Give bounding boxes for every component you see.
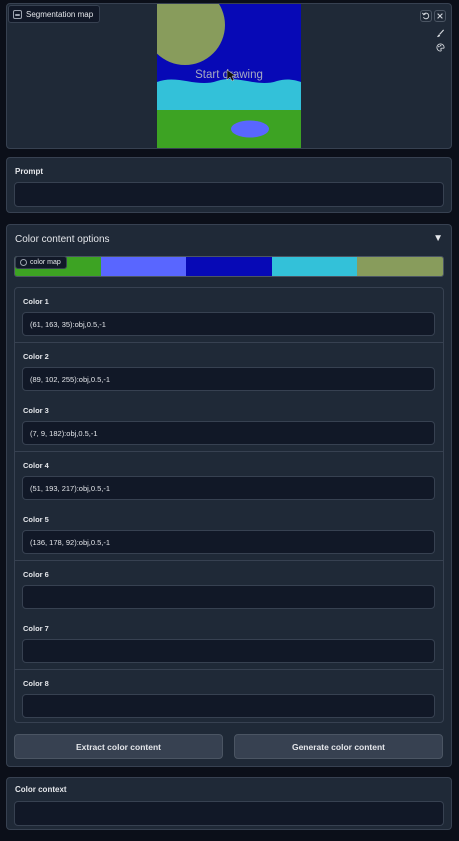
color-8-input[interactable] <box>22 694 435 718</box>
color-8-label: Color 8 <box>23 679 49 688</box>
color-context-panel: Color context <box>6 777 452 830</box>
color-2-label: Color 2 <box>23 352 49 361</box>
divider <box>15 669 443 670</box>
color-4-label: Color 4 <box>23 461 49 470</box>
color-7-input[interactable] <box>22 639 435 663</box>
caret-down-icon[interactable]: ▼ <box>433 233 443 244</box>
color-map-swatch-4 <box>271 257 358 276</box>
color-map-label: color map <box>30 259 61 266</box>
prompt-label: Prompt <box>15 167 43 176</box>
color-3-label: Color 3 <box>23 406 49 415</box>
divider <box>15 342 443 343</box>
palette-icon <box>435 42 445 52</box>
color-map-bar <box>14 256 444 277</box>
pond-region <box>231 120 269 138</box>
water-region <box>157 78 301 110</box>
color-6-label: Color 6 <box>23 570 49 579</box>
grass-region <box>157 110 301 148</box>
color-3-input[interactable]: (7, 9, 182):obj,0.5,-1 <box>22 421 435 445</box>
palette-button[interactable] <box>434 41 446 53</box>
color-context-label: Color context <box>15 785 67 794</box>
undo-icon <box>422 12 430 20</box>
brush-button[interactable] <box>434 27 446 39</box>
color-content-accordion: Color content options ▼ color map Color … <box>6 224 452 767</box>
undo-button[interactable] <box>420 10 432 22</box>
color-fields-group: Color 1 (61, 163, 35):obj,0.5,-1 Color 2… <box>14 287 444 723</box>
color-4-input[interactable]: (51, 193, 217):obj,0.5,-1 <box>22 476 435 500</box>
color-1-input[interactable]: (61, 163, 35):obj,0.5,-1 <box>22 312 435 336</box>
extract-color-content-button[interactable]: Extract color content <box>14 734 223 759</box>
generate-color-content-button[interactable]: Generate color content <box>234 734 443 759</box>
color-1-label: Color 1 <box>23 297 49 306</box>
color-5-label: Color 5 <box>23 515 49 524</box>
color-map-swatch-5 <box>357 257 443 276</box>
brush-icon <box>436 29 444 37</box>
color-6-input[interactable] <box>22 585 435 609</box>
segmentation-map-label: Segmentation map <box>26 9 94 19</box>
segmentation-map-tag: Segmentation map <box>8 5 101 23</box>
prompt-input[interactable] <box>14 182 444 207</box>
color-5-input[interactable]: (136, 178, 92):obj,0.5,-1 <box>22 530 435 554</box>
close-icon <box>437 13 443 19</box>
divider <box>15 560 443 561</box>
color-map-swatch-3 <box>186 257 272 276</box>
color-context-input[interactable] <box>14 801 444 826</box>
prompt-panel: Prompt <box>6 157 452 213</box>
drawing-canvas[interactable]: Start drawing <box>157 4 301 148</box>
segmentation-map-panel: Segmentation map Start drawing <box>6 3 452 149</box>
accordion-title[interactable]: Color content options <box>15 234 110 245</box>
color-map-swatch-2 <box>100 257 187 276</box>
color-map-icon <box>20 259 27 266</box>
color-map-tag: color map <box>15 256 67 269</box>
clear-button[interactable] <box>434 10 446 22</box>
color-7-label: Color 7 <box>23 624 49 633</box>
image-icon <box>13 9 22 19</box>
color-2-input[interactable]: (89, 102, 255):obj,0.5,-1 <box>22 367 435 391</box>
divider <box>15 451 443 452</box>
